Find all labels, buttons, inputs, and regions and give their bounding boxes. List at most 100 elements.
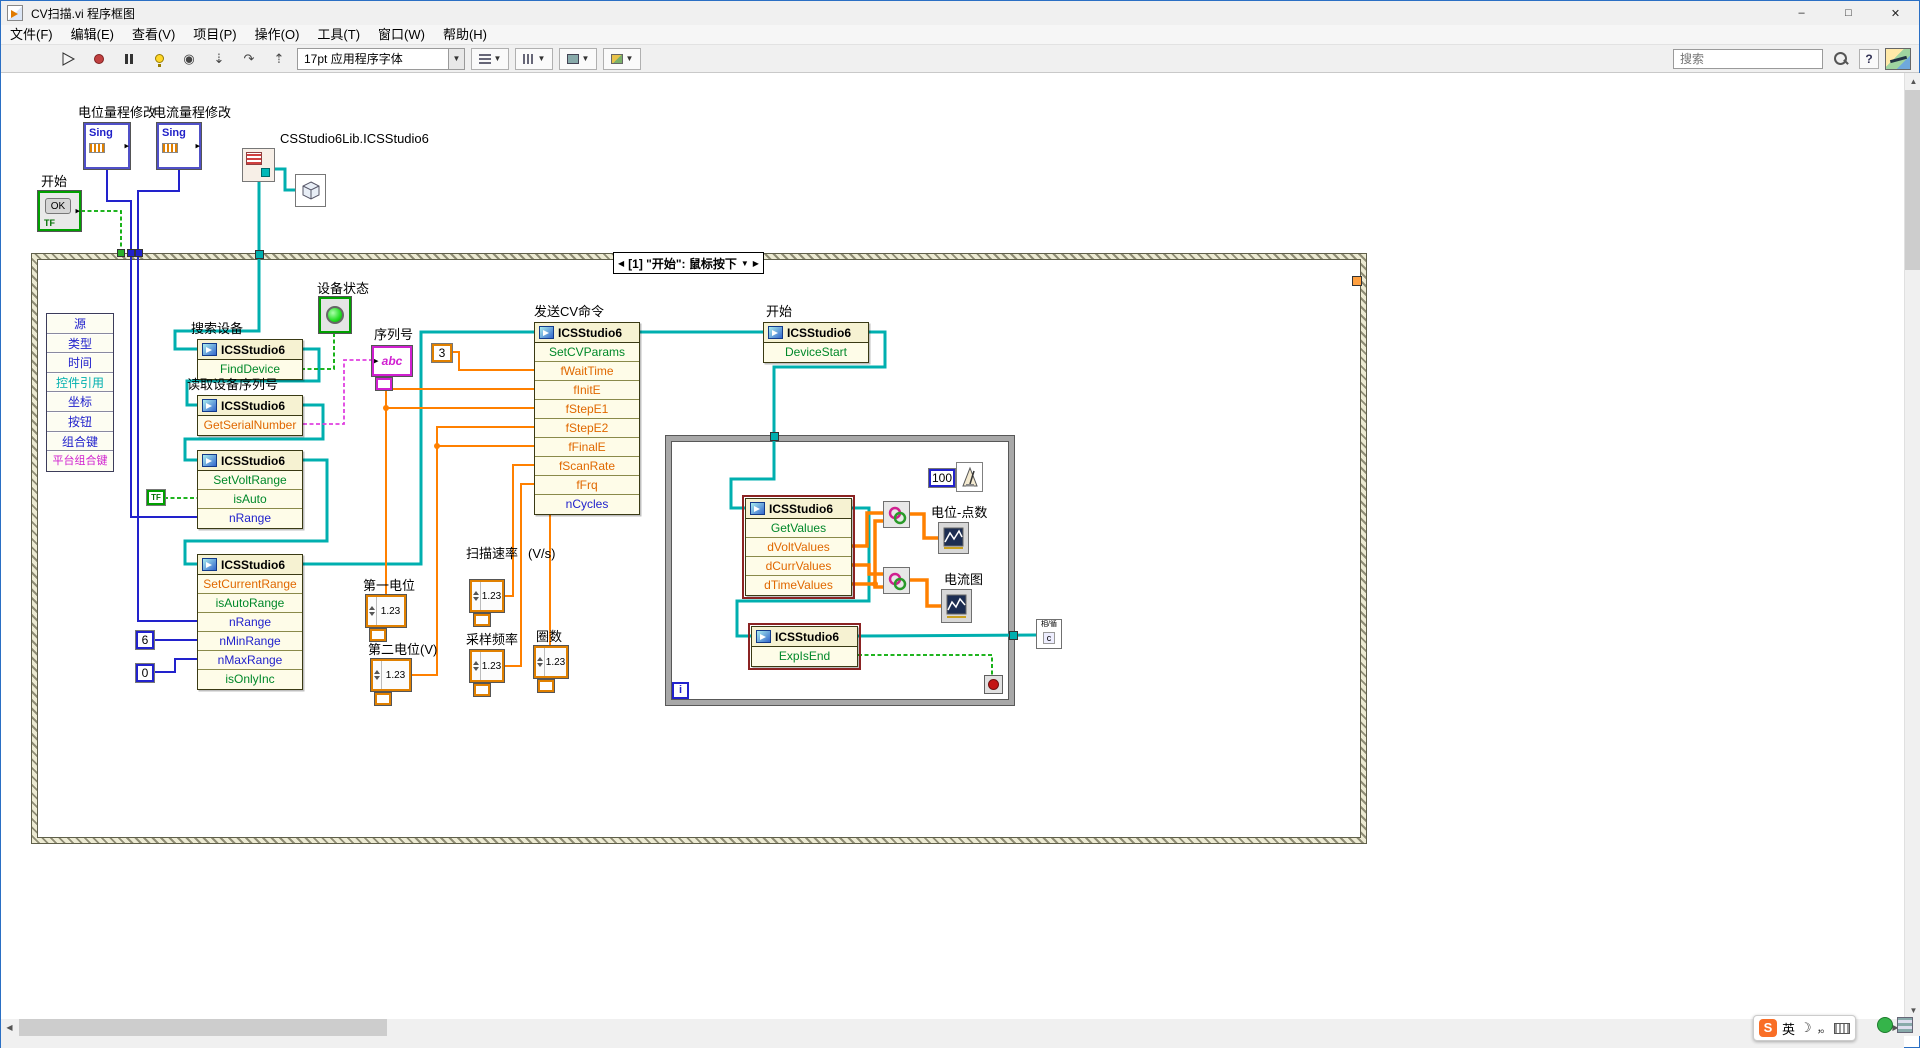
- scroll-up-icon[interactable]: ▲: [1905, 73, 1920, 90]
- terminal-label-second-potential[interactable]: 第二电位(V): [368, 642, 437, 658]
- event-data-node[interactable]: 源 类型 时间 控件引用 坐标 按钮 组合键 平台组合键: [46, 313, 114, 472]
- event-data-item-mods[interactable]: 组合键: [47, 432, 113, 452]
- constant-3[interactable]: 3: [432, 344, 452, 362]
- node-class-header[interactable]: ICSStudio6: [535, 323, 639, 343]
- terminal-label-scan-rate[interactable]: 扫描速率: [466, 546, 518, 562]
- invoke-node-find-device[interactable]: ICSStudio6 FindDevice: [197, 339, 303, 380]
- menu-help[interactable]: 帮助(H): [434, 25, 496, 45]
- terminal-second-potential[interactable]: 1.23: [371, 659, 411, 691]
- loop-stop-terminal[interactable]: [984, 675, 1003, 694]
- pause-button[interactable]: [117, 48, 141, 70]
- vi-icon[interactable]: [1885, 48, 1911, 70]
- invoke-node-device-start[interactable]: ICSStudio6 DeviceStart: [763, 322, 869, 363]
- event-data-item-ctlref[interactable]: 控件引用: [47, 373, 113, 393]
- terminal-curr-range[interactable]: Sing ▸: [157, 123, 201, 169]
- punctuation-toggle[interactable]: ，。: [1817, 1020, 1830, 1036]
- vertical-scroll-thumb[interactable]: [1905, 90, 1920, 270]
- terminal-start-button[interactable]: OK TF ▸: [38, 191, 81, 231]
- node-method-row[interactable]: ExpIsEnd: [752, 647, 857, 666]
- node-method-row[interactable]: SetCurrentRange: [198, 575, 302, 594]
- tunnel-loop-top[interactable]: [770, 432, 779, 441]
- invoke-node-exp-is-end[interactable]: ICSStudio6 ExpIsEnd: [751, 626, 858, 667]
- terminal-serial-number[interactable]: ▸ abc: [372, 346, 412, 376]
- node-method-row[interactable]: SetCVParams: [535, 343, 639, 362]
- resize-objects-dropdown[interactable]: ▼: [559, 48, 597, 70]
- build-xy-graph-icon[interactable]: [883, 501, 910, 528]
- node-param-row[interactable]: dCurrValues: [746, 557, 851, 576]
- prev-case-arrow-icon[interactable]: ◀: [618, 259, 624, 268]
- node-param-row[interactable]: fStepE2: [535, 419, 639, 438]
- node-param-row[interactable]: fFrq: [535, 476, 639, 495]
- terminal-first-potential[interactable]: 1.23: [366, 595, 406, 627]
- minimize-button[interactable]: –: [1778, 1, 1825, 25]
- menu-view[interactable]: 查看(V): [123, 25, 184, 45]
- menu-edit[interactable]: 编辑(E): [62, 25, 123, 45]
- tray-grid-icon[interactable]: [1897, 1017, 1913, 1033]
- step-out-button[interactable]: ⇡: [267, 48, 291, 70]
- node-label-device-start[interactable]: 开始: [766, 304, 792, 320]
- node-param-row[interactable]: fScanRate: [535, 457, 639, 476]
- terminal-label-start[interactable]: 开始: [41, 174, 67, 190]
- terminal-label-first-potential[interactable]: 第一电位: [363, 578, 415, 594]
- terminal-label-serial[interactable]: 序列号: [374, 327, 413, 343]
- increment-decrement-icon[interactable]: [536, 648, 545, 676]
- highlight-execution-button[interactable]: [147, 48, 171, 70]
- node-class-header[interactable]: ICSStudio6: [746, 499, 851, 519]
- node-method-row[interactable]: GetSerialNumber: [198, 416, 302, 435]
- class-constant-icon[interactable]: [242, 148, 275, 182]
- terminal-label-curr-range[interactable]: 电流量程修改: [153, 105, 231, 121]
- case-selector-label[interactable]: [1] "开始": 鼠标按下: [628, 255, 737, 272]
- node-class-header[interactable]: ICSStudio6: [764, 323, 868, 343]
- node-method-row[interactable]: DeviceStart: [764, 343, 868, 362]
- ime-toolbar[interactable]: S 英 ☽ ，。: [1753, 1015, 1856, 1041]
- waveform-graph-icon-potential[interactable]: [938, 522, 969, 554]
- constant-6[interactable]: 6: [136, 631, 154, 649]
- sogou-logo-icon[interactable]: S: [1759, 1019, 1777, 1037]
- menu-window[interactable]: 窗口(W): [369, 25, 434, 45]
- case-dropdown-icon[interactable]: ▼: [741, 259, 749, 268]
- tunnel-loop-right[interactable]: [1009, 631, 1018, 640]
- terminal-device-status[interactable]: [319, 297, 351, 333]
- node-param-row[interactable]: dTimeValues: [746, 576, 851, 595]
- node-label-find-device[interactable]: 搜索设备: [191, 321, 243, 337]
- run-button[interactable]: [57, 48, 81, 70]
- menu-project[interactable]: 项目(P): [184, 25, 245, 45]
- build-xy-graph-icon[interactable]: [883, 567, 910, 594]
- context-help-button[interactable]: ?: [1859, 49, 1879, 69]
- indicator-label-current-graph[interactable]: 电流图: [944, 572, 983, 588]
- maximize-button[interactable]: □: [1825, 1, 1872, 25]
- node-param-row[interactable]: nRange: [198, 613, 302, 632]
- vertical-scrollbar[interactable]: ▲ ▼: [1904, 73, 1920, 1019]
- soft-keyboard-icon[interactable]: [1834, 1023, 1850, 1034]
- search-button[interactable]: [1829, 48, 1853, 70]
- node-class-header[interactable]: ICSStudio6: [198, 340, 302, 360]
- terminal-label-sample-freq[interactable]: 采样频率: [466, 632, 518, 648]
- terminal-sample-freq[interactable]: 1.23: [470, 650, 504, 682]
- invoke-node-set-volt-range[interactable]: ICSStudio6 SetVoltRange isAuto nRange: [197, 450, 303, 529]
- invoke-node-set-current-range[interactable]: ICSStudio6 SetCurrentRange isAutoRange n…: [197, 554, 303, 690]
- indicator-label-potential-points[interactable]: 电位-点数: [931, 505, 987, 521]
- node-param-row[interactable]: isAutoRange: [198, 594, 302, 613]
- fullwidth-moon-icon[interactable]: ☽: [1800, 1020, 1812, 1036]
- wait-ms-icon[interactable]: [956, 462, 983, 492]
- node-class-header[interactable]: ICSStudio6: [198, 451, 302, 471]
- invoke-node-get-serial[interactable]: ICSStudio6 GetSerialNumber: [197, 395, 303, 436]
- tunnel-int[interactable]: [127, 249, 135, 257]
- tunnel-int[interactable]: [135, 249, 143, 257]
- node-label-set-cv[interactable]: 发送CV命令: [534, 304, 604, 320]
- terminal-volt-range[interactable]: Sing ▸: [84, 123, 130, 169]
- node-param-row[interactable]: nMaxRange: [198, 651, 302, 670]
- event-data-item-coords[interactable]: 坐标: [47, 392, 113, 412]
- constructor-cube-icon[interactable]: [295, 174, 326, 207]
- retain-wire-values-button[interactable]: ◉: [177, 48, 201, 70]
- node-param-row[interactable]: nCycles: [535, 495, 639, 514]
- horizontal-scroll-thumb[interactable]: [19, 1019, 387, 1036]
- terminal-label-volt-range[interactable]: 电位量程修改: [78, 105, 156, 121]
- distribute-objects-dropdown[interactable]: ▼: [515, 48, 553, 70]
- event-data-item-type[interactable]: 类型: [47, 334, 113, 354]
- tunnel-class-ref[interactable]: [255, 250, 264, 259]
- node-method-row[interactable]: GetValues: [746, 519, 851, 538]
- increment-decrement-icon[interactable]: [472, 582, 481, 610]
- node-method-row[interactable]: SetVoltRange: [198, 471, 302, 490]
- tunnel-event-right[interactable]: [1352, 276, 1362, 286]
